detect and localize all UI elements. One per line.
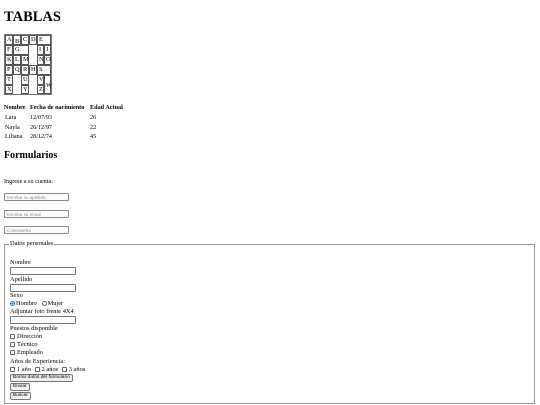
table-cell: Liliana [5,133,23,140]
table-cell: Lara [5,114,17,121]
cell-r: R [21,65,29,75]
cell-z: Z [37,85,44,94]
cell-o: O [44,55,51,65]
table-cell: 12/07/93 [30,114,53,121]
personal-data-fieldset [4,244,535,404]
cell-m: M [21,55,29,65]
checkbox-2-anos[interactable] [34,367,40,373]
table-cell: 28/12/74 [30,133,53,140]
cell-x: X [5,85,13,94]
table-cell: 26/12/97 [30,124,53,131]
surname-input[interactable] [4,193,69,201]
table-cell: 45 [90,133,97,140]
checkbox-1-ano-label: 1 año [17,366,32,373]
foto-label: Adjuntar foto frente 4X4 [10,308,74,315]
checkbox-tecnico-label: Técnico [17,341,38,348]
radio-hombre-label: Hombre [16,300,37,307]
cell-i: I [37,45,44,55]
apellido-input[interactable] [10,284,76,292]
sexo-label: Sexo [10,292,23,299]
login-prompt: Ingrese a su cuenta: [4,178,53,185]
fieldset-legend: Datos personales [9,240,55,247]
cell-j: J [44,45,51,55]
submit-button[interactable]: Enviar [10,383,30,391]
foto-file-input[interactable] [10,316,76,324]
checkbox-3-anos[interactable] [61,367,67,373]
email-input[interactable] [4,210,69,218]
cell-t: T [5,75,13,85]
nombre-input[interactable] [10,267,76,275]
reset-form-button[interactable]: Borrar datos del formulario [10,374,73,382]
puestos-label: Puestos disponible [10,325,58,332]
experiencia-checkbox-group: 1 año 2 años 3 años [10,366,85,373]
cell-v: V [37,75,44,85]
cell-w: W [44,75,52,94]
cell-d: D [29,35,37,45]
sexo-radio-group: Hombre Mujer [10,300,63,307]
experiencia-label: Años de Experiencia: [10,358,66,365]
cell-u: U [21,75,29,85]
forms-heading: Formularios [4,150,58,161]
table-cell: 22 [90,124,97,131]
radio-mujer-label: Mujer [47,300,64,307]
checkbox-direccion-label: Dirección [17,333,43,340]
cell-b: B [13,35,21,45]
page-title: TABLAS [4,9,61,25]
table-cell: Nayla [5,124,20,131]
cell-y: Y [21,85,29,94]
checkbox-3-anos-label: 3 años [68,366,86,373]
cell-e: E [37,35,51,45]
cell-n: N [37,55,44,65]
cell-l: L [13,55,21,65]
col-header-nombre: Nombre [4,104,26,111]
checkbox-2-anos-label: 2 años [41,366,59,373]
radio-hombre[interactable] [10,301,15,307]
table-cell: 26 [90,114,97,121]
col-header-edad: Edad Actual [90,104,123,111]
cell-g: G [13,45,29,55]
cell-c: C [21,35,29,45]
checkbox-tecnico[interactable] [10,342,15,348]
cell-k: K [5,55,13,65]
checkbox-1-ano[interactable] [10,367,15,373]
cell-a: A [5,35,13,45]
checkbox-direccion-row: Dirección [10,333,42,340]
nombre-label: Nombre [10,259,31,266]
checkbox-direccion[interactable] [10,334,15,340]
checkbox-empleado[interactable] [10,350,15,356]
cell-h: H [29,65,37,75]
checkbox-empleado-label: Empleado [17,349,43,356]
cell-f: F [5,45,13,55]
apellido-label: Apellido [10,276,33,283]
password-input[interactable] [4,226,69,234]
radio-mujer[interactable] [41,301,47,307]
col-header-fecha: Fecha de nacimiento [30,104,85,111]
cell-s: S [37,65,51,75]
checkbox-tecnico-row: Técnico [10,341,38,348]
cell-p: P [5,65,13,75]
cell-q: Q [13,65,21,75]
checkbox-empleado-row: Empleado [10,349,43,356]
search-button[interactable]: Buscar [10,392,31,400]
